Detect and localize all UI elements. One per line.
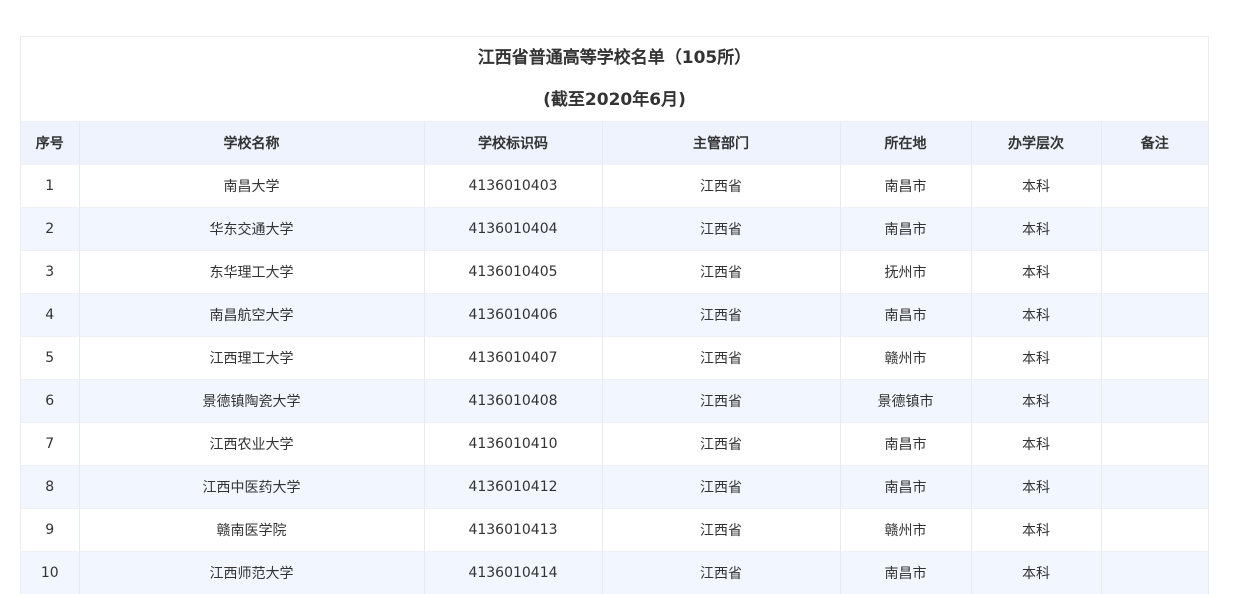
cell-authority: 江西省	[602, 208, 840, 251]
cell-index: 6	[21, 380, 79, 423]
cell-location: 南昌市	[840, 294, 971, 337]
cell-index: 9	[21, 509, 79, 552]
table-row: 6景德镇陶瓷大学4136010408江西省景德镇市本科	[21, 380, 1208, 423]
cell-remarks	[1101, 337, 1208, 380]
cell-level: 本科	[971, 380, 1101, 423]
cell-location: 南昌市	[840, 165, 971, 208]
cell-school-name: 景德镇陶瓷大学	[79, 380, 424, 423]
cell-location: 南昌市	[840, 423, 971, 466]
cell-school-code: 4136010403	[424, 165, 602, 208]
cell-remarks	[1101, 165, 1208, 208]
cell-school-code: 4136010414	[424, 552, 602, 594]
cell-location: 景德镇市	[840, 380, 971, 423]
cell-index: 5	[21, 337, 79, 380]
cell-index: 2	[21, 208, 79, 251]
cell-school-name: 南昌大学	[79, 165, 424, 208]
cell-index: 8	[21, 466, 79, 509]
cell-level: 本科	[971, 552, 1101, 594]
cell-school-code: 4136010410	[424, 423, 602, 466]
page-subtitle: (截至2020年6月)	[21, 79, 1208, 121]
cell-level: 本科	[971, 165, 1101, 208]
cell-level: 本科	[971, 466, 1101, 509]
school-table: 序号学校名称学校标识码主管部门所在地办学层次备注 1南昌大学4136010403…	[21, 121, 1208, 594]
cell-authority: 江西省	[602, 251, 840, 294]
table-row: 9赣南医学院4136010413江西省赣州市本科	[21, 509, 1208, 552]
cell-school-name: 东华理工大学	[79, 251, 424, 294]
cell-authority: 江西省	[602, 294, 840, 337]
cell-school-code: 4136010404	[424, 208, 602, 251]
cell-level: 本科	[971, 337, 1101, 380]
table-row: 10江西师范大学4136010414江西省南昌市本科	[21, 552, 1208, 594]
cell-school-code: 4136010413	[424, 509, 602, 552]
cell-school-code: 4136010405	[424, 251, 602, 294]
table-row: 1南昌大学4136010403江西省南昌市本科	[21, 165, 1208, 208]
cell-index: 3	[21, 251, 79, 294]
col-header-remarks: 备注	[1101, 122, 1208, 165]
cell-remarks	[1101, 509, 1208, 552]
cell-authority: 江西省	[602, 337, 840, 380]
cell-remarks	[1101, 423, 1208, 466]
cell-index: 10	[21, 552, 79, 594]
col-header-school-code: 学校标识码	[424, 122, 602, 165]
cell-authority: 江西省	[602, 380, 840, 423]
table-row: 7江西农业大学4136010410江西省南昌市本科	[21, 423, 1208, 466]
school-list-panel: 江西省普通高等学校名单（105所） (截至2020年6月) 序号学校名称学校标识…	[20, 36, 1209, 594]
col-header-location: 所在地	[840, 122, 971, 165]
table-body: 1南昌大学4136010403江西省南昌市本科2华东交通大学4136010404…	[21, 165, 1208, 594]
cell-location: 南昌市	[840, 466, 971, 509]
table-row: 4南昌航空大学4136010406江西省南昌市本科	[21, 294, 1208, 337]
table-header-row: 序号学校名称学校标识码主管部门所在地办学层次备注	[21, 122, 1208, 165]
col-header-school-name: 学校名称	[79, 122, 424, 165]
col-header-level: 办学层次	[971, 122, 1101, 165]
cell-remarks	[1101, 294, 1208, 337]
cell-remarks	[1101, 380, 1208, 423]
cell-remarks	[1101, 251, 1208, 294]
cell-level: 本科	[971, 294, 1101, 337]
cell-location: 南昌市	[840, 552, 971, 594]
cell-level: 本科	[971, 509, 1101, 552]
cell-index: 7	[21, 423, 79, 466]
cell-index: 4	[21, 294, 79, 337]
cell-school-code: 4136010408	[424, 380, 602, 423]
cell-remarks	[1101, 466, 1208, 509]
cell-school-name: 南昌航空大学	[79, 294, 424, 337]
table-row: 2华东交通大学4136010404江西省南昌市本科	[21, 208, 1208, 251]
cell-school-code: 4136010412	[424, 466, 602, 509]
cell-authority: 江西省	[602, 509, 840, 552]
cell-school-name: 江西农业大学	[79, 423, 424, 466]
cell-school-name: 华东交通大学	[79, 208, 424, 251]
cell-location: 南昌市	[840, 208, 971, 251]
cell-level: 本科	[971, 423, 1101, 466]
cell-authority: 江西省	[602, 466, 840, 509]
cell-school-name: 江西中医药大学	[79, 466, 424, 509]
page-title: 江西省普通高等学校名单（105所）	[21, 37, 1208, 79]
cell-school-name: 江西师范大学	[79, 552, 424, 594]
cell-authority: 江西省	[602, 423, 840, 466]
cell-school-name: 赣南医学院	[79, 509, 424, 552]
table-row: 3东华理工大学4136010405江西省抚州市本科	[21, 251, 1208, 294]
cell-authority: 江西省	[602, 165, 840, 208]
cell-location: 赣州市	[840, 509, 971, 552]
cell-index: 1	[21, 165, 79, 208]
cell-level: 本科	[971, 208, 1101, 251]
cell-location: 抚州市	[840, 251, 971, 294]
cell-location: 赣州市	[840, 337, 971, 380]
cell-authority: 江西省	[602, 552, 840, 594]
cell-school-code: 4136010407	[424, 337, 602, 380]
table-row: 5江西理工大学4136010407江西省赣州市本科	[21, 337, 1208, 380]
cell-school-code: 4136010406	[424, 294, 602, 337]
cell-remarks	[1101, 552, 1208, 594]
col-header-index: 序号	[21, 122, 79, 165]
cell-school-name: 江西理工大学	[79, 337, 424, 380]
cell-level: 本科	[971, 251, 1101, 294]
cell-remarks	[1101, 208, 1208, 251]
table-row: 8江西中医药大学4136010412江西省南昌市本科	[21, 466, 1208, 509]
col-header-authority: 主管部门	[602, 122, 840, 165]
